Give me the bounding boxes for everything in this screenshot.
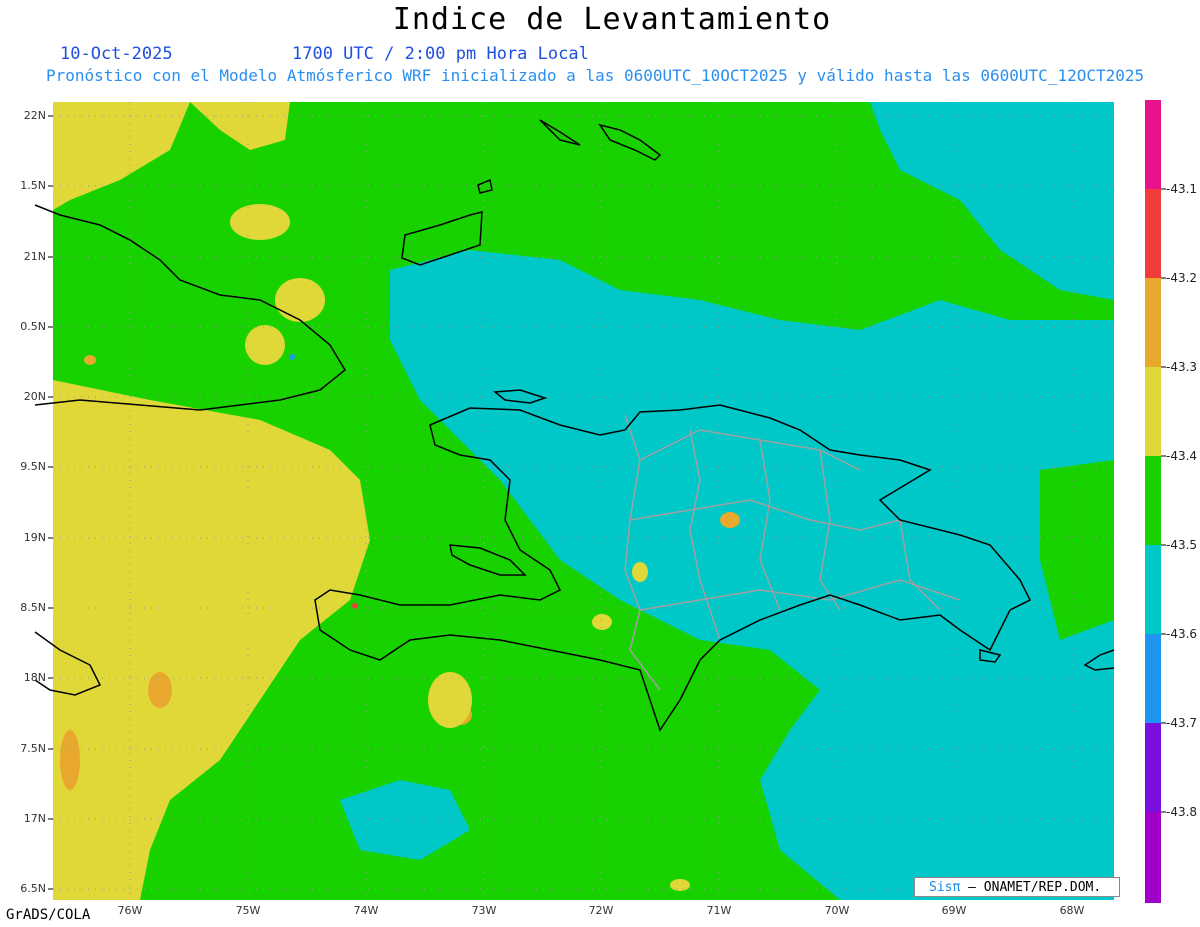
colorbar	[1145, 100, 1166, 903]
colorbar-label: -43.1	[1166, 182, 1198, 196]
lat-label: 0.5N	[20, 320, 46, 333]
lat-label: 20N	[23, 390, 46, 403]
colorbar-label: -43.6	[1166, 627, 1198, 641]
lat-label: 22N	[23, 109, 46, 122]
lon-label: 74W	[353, 904, 379, 917]
colorbar-segment	[1145, 545, 1161, 634]
lat-label: 9.5N	[20, 460, 46, 473]
lat-label: 19N	[23, 531, 46, 544]
lon-label: 75W	[235, 904, 261, 917]
lat-label: 8.5N	[20, 601, 46, 614]
colorbar-label: -43.3	[1166, 360, 1198, 374]
colorbar-segment	[1145, 812, 1161, 903]
lat-label: 7.5N	[20, 742, 46, 755]
sis-logo-text: Sisπ	[929, 880, 961, 895]
colorbar-segment	[1145, 634, 1161, 723]
map-figure	[34, 100, 1166, 903]
lat-label: 17N	[23, 812, 46, 825]
axis-ticks	[48, 115, 53, 890]
lon-label: 70W	[824, 904, 850, 917]
onamet-logo-box: Sisπ – ONAMET/REP.DOM.	[914, 877, 1120, 897]
lon-label: 72W	[588, 904, 614, 917]
grads-credit: GrADS/COLA	[6, 907, 91, 923]
colorbar-segment	[1145, 189, 1161, 278]
lat-label: 6.5N	[20, 882, 46, 895]
colorbar-segment	[1145, 723, 1161, 812]
colorbar-segment	[1145, 456, 1161, 545]
colorbar-label: -43.2	[1166, 271, 1198, 285]
colorbar-segment	[1145, 100, 1161, 189]
lon-label: 68W	[1059, 904, 1085, 917]
onamet-text: – ONAMET/REP.DOM.	[960, 880, 1102, 895]
lon-label: 73W	[471, 904, 497, 917]
colorbar-label: -43.8	[1166, 805, 1198, 819]
colorbar-segment	[1145, 367, 1161, 456]
colorbar-label: -43.4	[1166, 449, 1198, 463]
lat-label: 21N	[23, 250, 46, 263]
lat-label: 1.5N	[20, 179, 46, 192]
lat-label: 18N	[23, 671, 46, 684]
colorbar-label: -43.5	[1166, 538, 1198, 552]
lon-label: 76W	[117, 904, 143, 917]
colorbar-label: -43.7	[1166, 716, 1198, 730]
lon-label: 69W	[941, 904, 967, 917]
lon-label: 71W	[706, 904, 732, 917]
colorbar-segment	[1145, 278, 1161, 367]
